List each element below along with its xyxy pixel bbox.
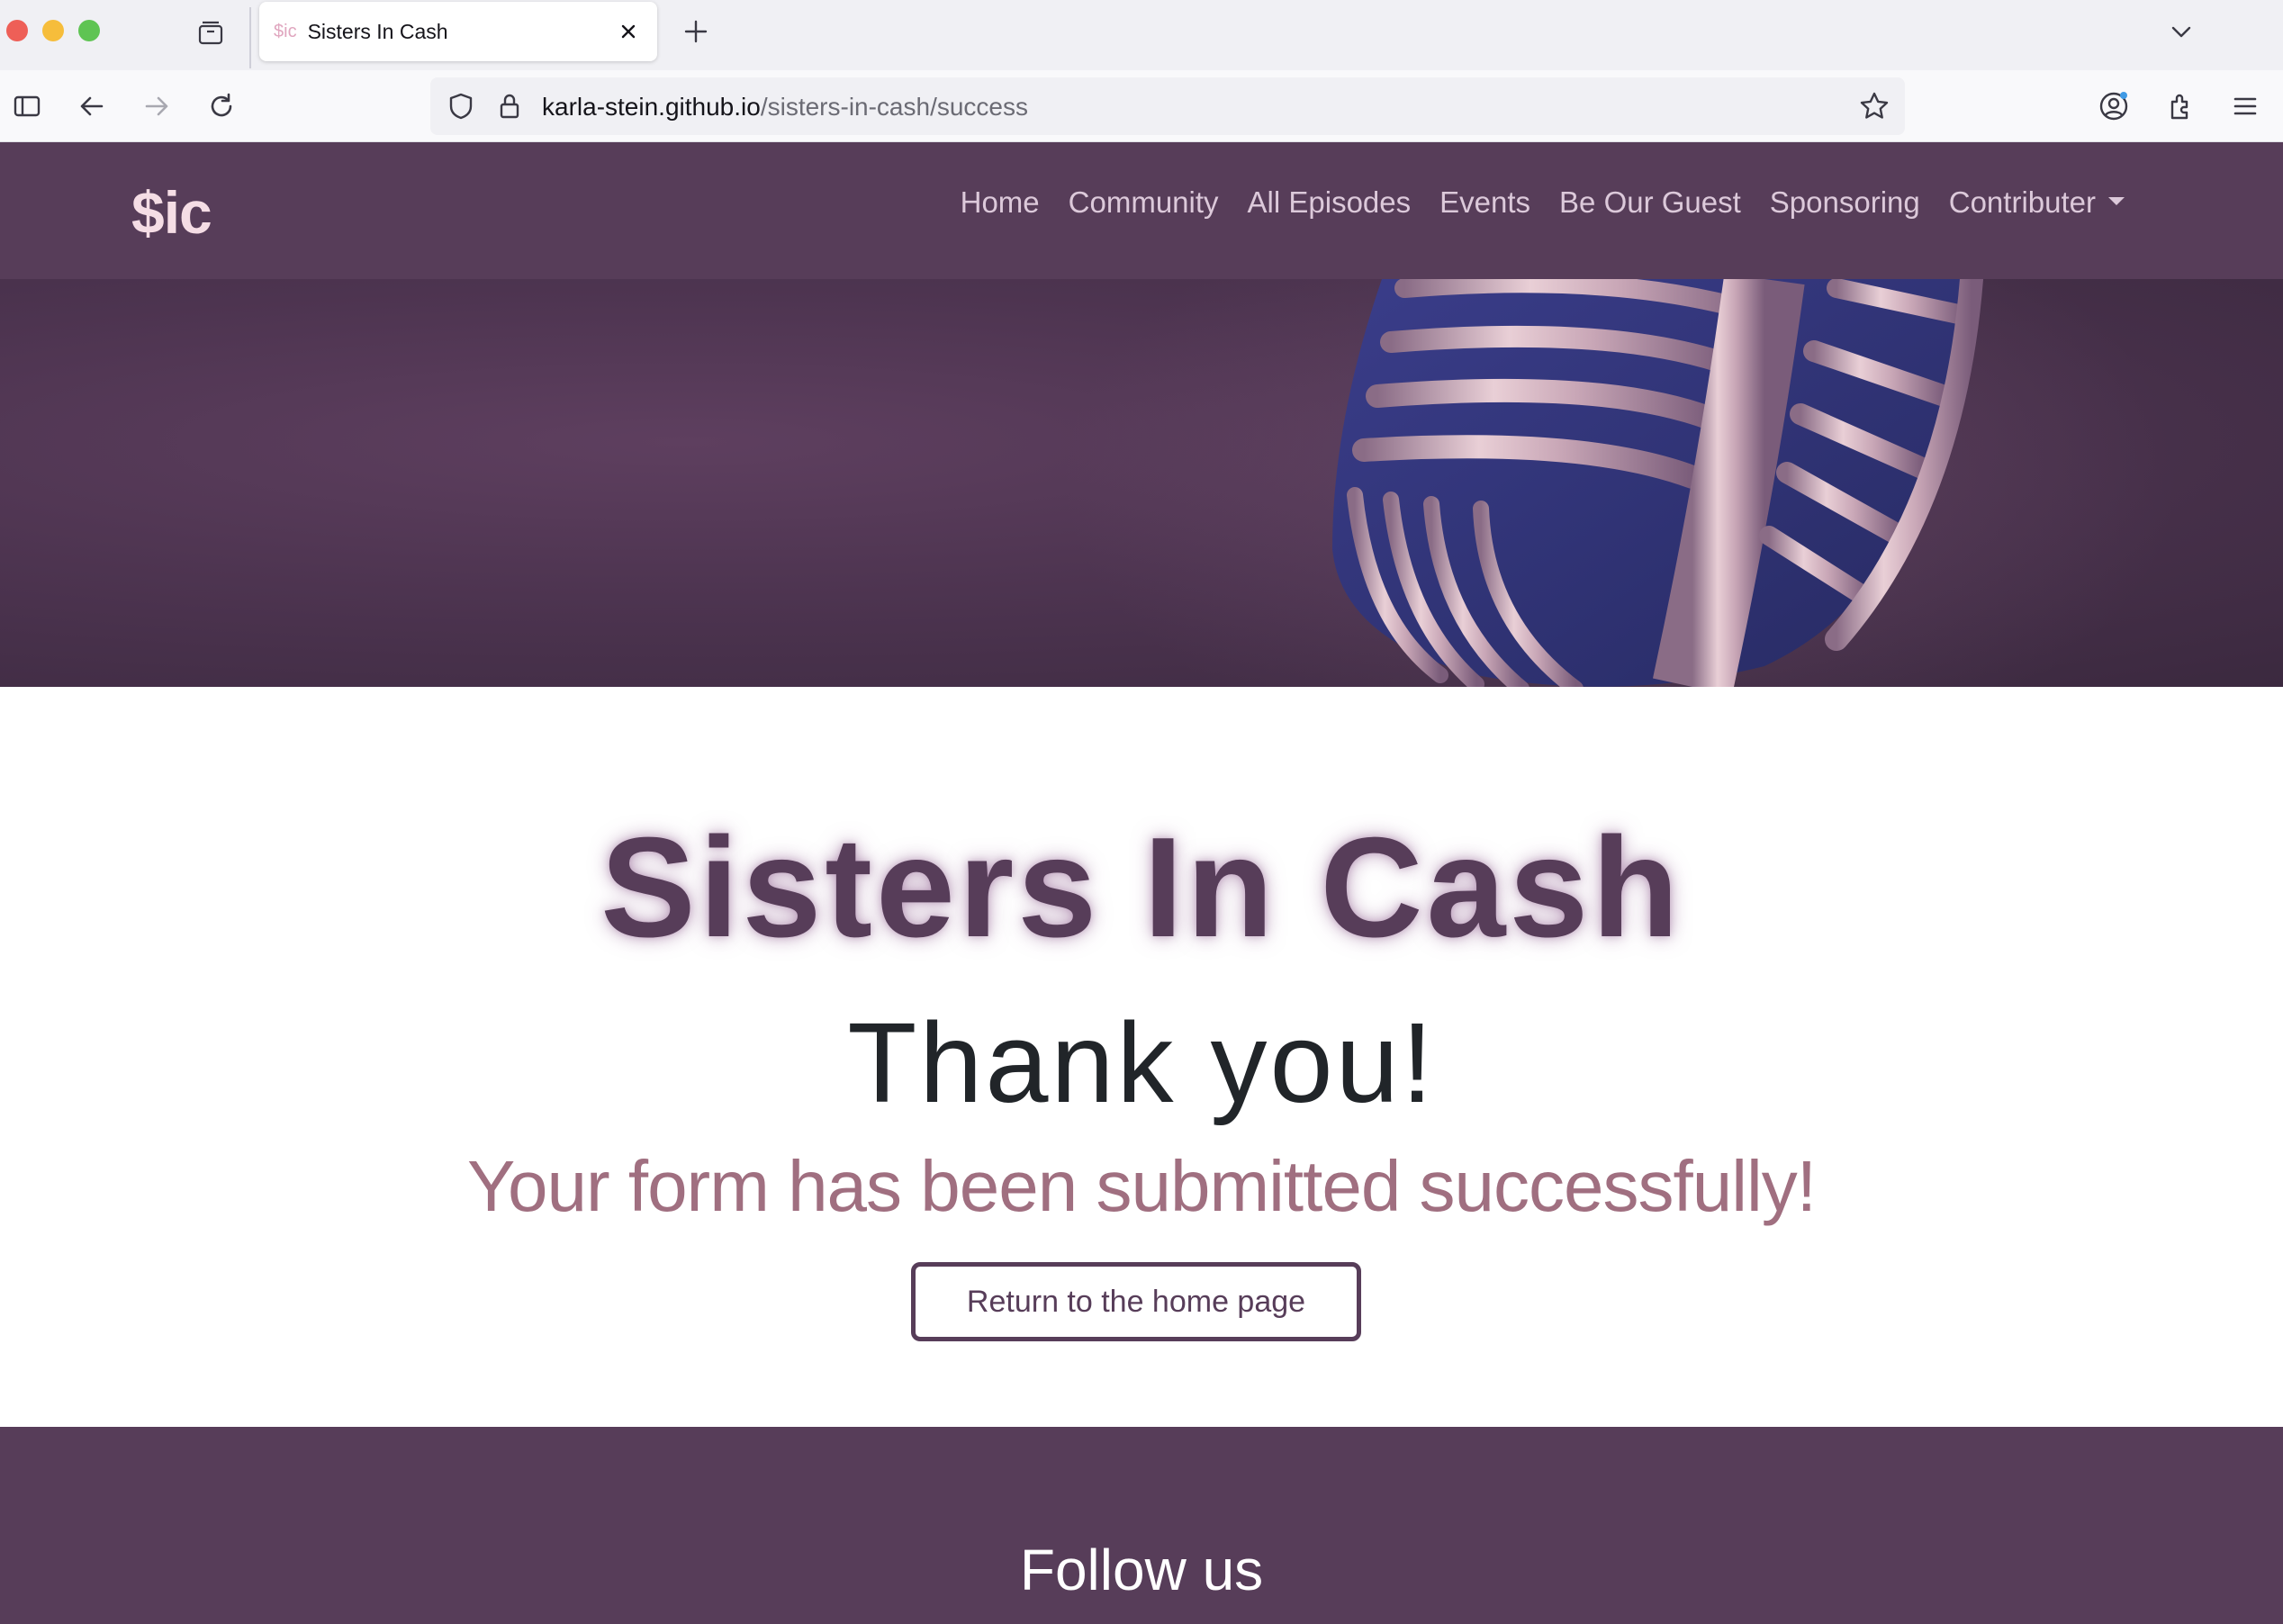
tab-separator: [249, 7, 251, 68]
url-text[interactable]: karla-stein.github.io/sisters-in-cash/su…: [542, 93, 1028, 122]
microphone-icon: [1062, 279, 2179, 687]
chevron-down-icon[interactable]: [2162, 13, 2200, 50]
nav-link-community[interactable]: Community: [1069, 185, 1219, 220]
url-path: /sisters-in-cash/success: [760, 93, 1028, 121]
lock-icon[interactable]: [492, 88, 528, 124]
nav-link-all-episodes[interactable]: All Episodes: [1248, 185, 1412, 220]
success-message: Your form has been submitted successfull…: [466, 1146, 1817, 1226]
caret-down-icon: [2108, 196, 2125, 205]
reload-icon[interactable]: [202, 86, 241, 126]
tab-groups-icon[interactable]: [193, 14, 229, 50]
hero-microphone-image: [0, 279, 2283, 687]
forward-icon[interactable]: [137, 86, 176, 126]
nav-dropdown-label: Contributer: [1948, 185, 2096, 219]
browser-tab-bar: $ic Sisters In Cash: [0, 0, 2283, 70]
nav-link-events[interactable]: Events: [1439, 185, 1530, 220]
url-host: karla-stein.github.io: [542, 93, 761, 121]
nav-link-sponsoring[interactable]: Sponsoring: [1770, 185, 1920, 220]
plus-icon[interactable]: [677, 13, 715, 50]
back-icon[interactable]: [72, 86, 112, 126]
return-home-button[interactable]: Return to the home page: [911, 1262, 1361, 1341]
minimize-window-button[interactable]: [42, 20, 64, 41]
menu-icon[interactable]: [2225, 86, 2265, 126]
maximize-window-button[interactable]: [78, 20, 100, 41]
site-navbar: $ic Home Community All Episodes Events B…: [0, 142, 2283, 279]
follow-us-heading: Follow us: [1019, 1538, 1264, 1602]
tab-favicon: $ic: [274, 21, 297, 41]
star-icon[interactable]: [1856, 88, 1892, 124]
site-footer: Follow us: [0, 1427, 2283, 1624]
sidebar-icon[interactable]: [7, 86, 47, 126]
page-title: Sisters In Cash: [600, 808, 1683, 967]
extensions-icon[interactable]: [2161, 86, 2200, 126]
account-icon[interactable]: [2094, 86, 2134, 126]
browser-toolbar: karla-stein.github.io/sisters-in-cash/su…: [0, 70, 2283, 142]
url-bar[interactable]: karla-stein.github.io/sisters-in-cash/su…: [430, 77, 1905, 135]
nav-dropdown-contributer[interactable]: Contributer: [1949, 185, 2125, 220]
shield-icon[interactable]: [443, 88, 479, 124]
tab-active[interactable]: $ic Sisters In Cash: [259, 2, 657, 61]
close-window-button[interactable]: [6, 20, 28, 41]
close-icon[interactable]: [612, 15, 645, 48]
thank-you-heading: Thank you!: [847, 999, 1436, 1126]
nav-link-be-our-guest[interactable]: Be Our Guest: [1559, 185, 1741, 220]
nav-links: Home Community All Episodes Events Be Ou…: [961, 185, 2125, 220]
brand-logo[interactable]: $ic: [131, 178, 212, 247]
tab-title: Sisters In Cash: [307, 19, 448, 43]
nav-link-home[interactable]: Home: [961, 185, 1040, 220]
